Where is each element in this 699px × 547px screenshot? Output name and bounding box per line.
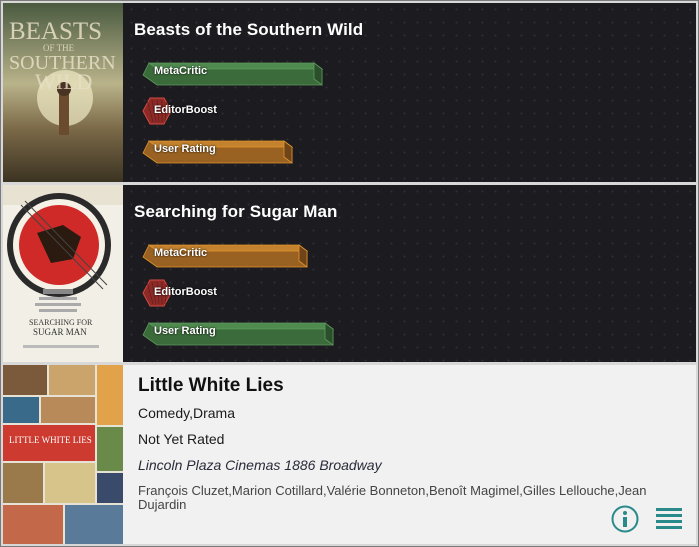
rating-bar-label: User Rating: [154, 325, 216, 337]
movie-title[interactable]: Searching for Sugar Man: [134, 202, 338, 222]
movie-card[interactable]: SEARCHING FOR SUGAR MAN Searching for Su…: [3, 185, 696, 362]
movie-title[interactable]: Beasts of the Southern Wild: [134, 20, 363, 40]
menu-list-icon[interactable]: [656, 508, 682, 530]
movie-card-expanded[interactable]: LITTLE WHITE LIES Little White Lies Come…: [3, 365, 696, 544]
movie-card[interactable]: BEASTS OF THE SOUTHERN WILD Beasts of th…: [3, 3, 696, 182]
info-icon[interactable]: [611, 505, 639, 533]
svg-text:SEARCHING FOR: SEARCHING FOR: [29, 318, 93, 327]
svg-text:WILD: WILD: [35, 69, 92, 94]
movie-rating: Not Yet Rated: [138, 431, 225, 447]
svg-text:LITTLE WHITE LIES: LITTLE WHITE LIES: [9, 435, 92, 445]
movie-poster-image[interactable]: LITTLE WHITE LIES: [3, 365, 123, 544]
movie-title[interactable]: Little White Lies: [138, 375, 284, 397]
movie-cast: François Cluzet,Marion Cotillard,Valérie…: [138, 483, 647, 512]
rating-bar-label: MetaCritic: [154, 65, 208, 77]
svg-text:SUGAR MAN: SUGAR MAN: [33, 327, 87, 337]
rating-bar-label: EditorBoost: [154, 104, 217, 116]
movie-list: BEASTS OF THE SOUTHERN WILD Beasts of th…: [0, 0, 699, 547]
movie-poster-image[interactable]: BEASTS OF THE SOUTHERN WILD: [3, 3, 123, 182]
rating-bar-label: EditorBoost: [154, 286, 217, 298]
rating-bar-label: User Rating: [154, 143, 216, 155]
movie-theater[interactable]: Lincoln Plaza Cinemas 1886 Broadway: [138, 457, 382, 473]
svg-text:BEASTS: BEASTS: [9, 18, 102, 45]
rating-bar-label: MetaCritic: [154, 247, 208, 259]
movie-poster-image[interactable]: SEARCHING FOR SUGAR MAN: [3, 185, 123, 362]
movie-genre: Comedy,Drama: [138, 405, 235, 421]
